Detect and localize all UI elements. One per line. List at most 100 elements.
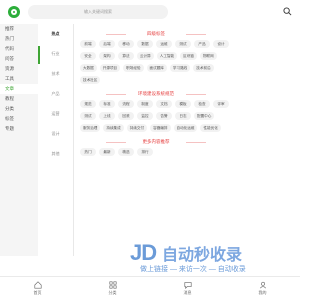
tag-section: 四级标签前端 后端 移动 数据 运维 测试 产品 设计安全 架构 算法 云计算 人工智能 区块链 物联网大…	[76, 30, 236, 84]
search-icon[interactable]	[283, 7, 292, 16]
tag-chip[interactable]: 物联网	[199, 52, 217, 60]
tag-chip[interactable]: 安全	[80, 52, 96, 60]
tab[interactable]: 行业	[38, 44, 73, 64]
tag-chip[interactable]: 持续交付	[126, 124, 148, 132]
tag-chip[interactable]: 配置中心	[194, 112, 215, 120]
tag-chip[interactable]: 排行	[137, 148, 153, 156]
tag-chip[interactable]: 运维	[156, 40, 172, 48]
nav-label: 分类	[108, 290, 117, 295]
sidebar-item[interactable]: 工具	[0, 74, 38, 84]
active-tab-indicator	[38, 46, 40, 64]
tag-chip[interactable]: 性能优化	[200, 124, 221, 132]
sidebar-item[interactable]: 热门	[0, 34, 38, 44]
watermark-title: 自动秒收录	[162, 247, 243, 264]
tag-chip[interactable]: 监控	[137, 112, 153, 120]
sidebar-item[interactable]: 资源	[0, 64, 38, 74]
tag-chip[interactable]: 职场经验	[123, 64, 144, 72]
sidebar-item[interactable]: 分类	[0, 104, 38, 114]
tag-chip[interactable]: 面试题库	[146, 64, 167, 72]
tag-chip[interactable]: 架构	[99, 52, 115, 60]
sidebar-item[interactable]: 文章	[0, 84, 38, 94]
tag-chip[interactable]: 规范	[80, 100, 96, 108]
user-icon	[259, 281, 266, 289]
watermark-logo: JD	[130, 240, 157, 265]
tag-chip[interactable]: 区块链	[180, 52, 197, 60]
tag-chip[interactable]: 云计算	[137, 52, 154, 60]
nav-item[interactable]: 分类	[75, 277, 150, 300]
nav-item[interactable]: 我的	[225, 277, 300, 300]
app-logo-icon[interactable]	[8, 6, 20, 18]
tag-chip[interactable]: 算法	[118, 52, 134, 60]
tag-chip[interactable]: 人工智能	[156, 52, 178, 60]
tag-chip[interactable]: 回滚	[118, 112, 134, 120]
tag-chip[interactable]: 流程	[118, 100, 134, 108]
nav-label: 消息	[183, 290, 192, 295]
tag-chip[interactable]: 制度	[137, 100, 153, 108]
tag-chip[interactable]: 精选	[118, 148, 134, 156]
home-icon	[33, 281, 42, 289]
tag-chip[interactable]: 后端	[99, 40, 115, 48]
sidebar-item[interactable]: 问答	[0, 54, 38, 64]
nav-label: 我的	[258, 290, 267, 295]
watermark-subtitle: 做上链接 — 来访一次 — 自动收录	[140, 266, 246, 273]
tag-chip[interactable]: 文档	[156, 100, 172, 108]
tag-chip[interactable]: 上线	[99, 112, 115, 120]
tag-chip[interactable]: 测试	[80, 112, 96, 120]
tag-chip[interactable]: 日志	[175, 112, 191, 120]
tab[interactable]: 热点	[38, 24, 73, 44]
tag-chip[interactable]: 数据	[137, 40, 153, 48]
sidebar-item[interactable]: 推荐	[0, 24, 38, 34]
tab[interactable]: 设计	[38, 124, 73, 144]
tag-chip[interactable]: 前端	[80, 40, 96, 48]
tag-chip[interactable]: 产品	[194, 40, 210, 48]
tag-chip[interactable]: 持续集成	[103, 124, 124, 132]
chip-grid: 规范 标准 流程 制度 文档 模板 检查 评审测试 上线 回滚 监控 告警 日志 配置中心服务治理 持续集成…	[76, 100, 236, 132]
section-title: 更多内容推荐	[76, 138, 236, 146]
section-title: 环境建设系统规范	[76, 90, 236, 98]
tag-chip[interactable]: 测试	[175, 40, 191, 48]
category-sidebar: 推荐 热门 代码 问答 资源 工具 文章 教程 分类 标签 专题	[0, 24, 38, 256]
tag-content: 四级标签 前端 后端 移动 数据 运维 测试 产品 设计 安全 架构 算法 云计算 人工智能 区块链 物联网大…	[76, 30, 236, 256]
watermark: JD 自动秒收录 做上链接 — 来访一次 — 自动收录	[130, 238, 280, 276]
tag-chip[interactable]: 技术前沿	[193, 64, 214, 72]
search-placeholder: 输入关键词搜索	[84, 9, 112, 14]
section-title: 四级标签	[76, 30, 236, 38]
tag-chip[interactable]: 开源项目	[99, 64, 121, 72]
tag-chip[interactable]: 设计	[213, 40, 229, 48]
chip-grid: 热门 最新 精选 排行	[76, 148, 236, 156]
nav-item[interactable]: 首页	[0, 277, 75, 300]
tag-chip[interactable]: 移动	[118, 40, 134, 48]
sidebar-item[interactable]: 标签	[0, 114, 38, 124]
tag-chip[interactable]: 评审	[213, 100, 229, 108]
tab[interactable]: 运营	[38, 104, 73, 124]
tag-chip[interactable]: 容器编排	[150, 124, 171, 132]
tag-chip[interactable]: 技术社区	[80, 76, 101, 84]
app-header: 输入关键词搜索	[0, 0, 300, 24]
tag-chip[interactable]: 大数据	[80, 64, 97, 72]
bottom-nav: 首页 分类 消息 我的	[0, 276, 300, 300]
nav-label: 首页	[33, 290, 42, 295]
tag-chip[interactable]: 告警	[156, 112, 172, 120]
tag-chip[interactable]: 热门	[80, 148, 96, 156]
sidebar-item[interactable]: 代码	[0, 44, 38, 54]
tag-chip[interactable]: 学习路线	[169, 64, 191, 72]
tag-section: 更多内容推荐 热门 最新 精选 排行	[76, 138, 236, 156]
tag-chip[interactable]: 服务治理	[80, 124, 101, 132]
nav-item[interactable]: 消息	[150, 277, 225, 300]
sidebar-item[interactable]: 专题	[0, 124, 38, 134]
tag-chip[interactable]: 标准	[99, 100, 115, 108]
chip-grid: 前端 后端 移动 数据 运维 测试 产品 设计安全 架构 算法 云计算 人工智能 区块链 物联网大数据 开源…	[76, 40, 236, 84]
tag-chip[interactable]: 自动化运维	[173, 124, 198, 132]
subcategory-tabs: 热点 行业 技术 产品 运营 设计 其他	[38, 24, 74, 256]
tag-section: 环境建设系统规范规范 标准 流程 制度 文档 模板 检查 评审测试 上线 回滚 监控 告警 日志 配置中心…	[76, 90, 236, 132]
search-input[interactable]: 输入关键词搜索	[28, 5, 168, 19]
tag-chip[interactable]: 检查	[194, 100, 210, 108]
sidebar-item[interactable]: 教程	[0, 94, 38, 104]
tab[interactable]: 产品	[38, 84, 73, 104]
tab[interactable]: 其他	[38, 144, 73, 164]
tab[interactable]: 技术	[38, 64, 73, 84]
tag-chip[interactable]: 最新	[99, 148, 115, 156]
tag-chip[interactable]: 模板	[175, 100, 191, 108]
chat-icon	[183, 282, 192, 289]
grid-icon	[108, 281, 117, 289]
